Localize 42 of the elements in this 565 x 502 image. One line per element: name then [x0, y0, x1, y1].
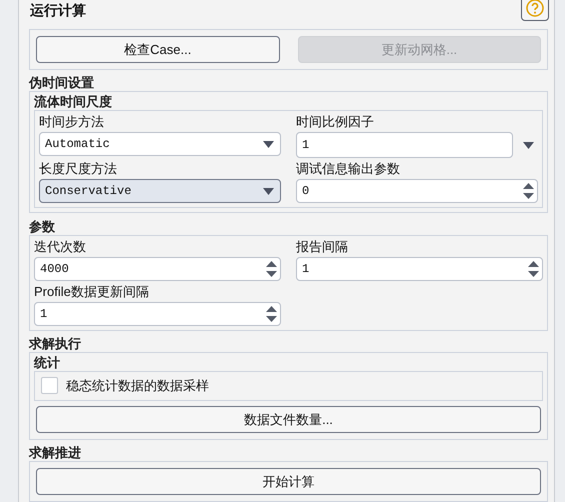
panel-title: 运行计算	[29, 1, 86, 20]
checkbox-label: 稳态统计数据的数据采样	[66, 377, 209, 396]
field-label: 迭代次数	[34, 238, 87, 256]
number-spinner[interactable]: 1	[296, 256, 543, 281]
spinner-value: 1	[40, 306, 48, 323]
check-button[interactable]: 检查Case...	[36, 36, 280, 63]
section-heading: 参数	[29, 218, 56, 235]
spinner-arrows-icon[interactable]	[523, 182, 534, 200]
field-label: 时间步方法	[39, 113, 105, 132]
number-spinner[interactable]: 4000	[34, 256, 281, 281]
field-label: 报告间隔	[296, 238, 349, 256]
dropdown[interactable]: Automatic	[39, 132, 281, 156]
spinner-arrows-icon[interactable]	[528, 260, 539, 278]
subsection-heading: 统计	[34, 354, 61, 371]
input-field[interactable]: 1	[296, 132, 513, 158]
number-spinner[interactable]: 1	[34, 302, 281, 326]
section-heading: 求解推进	[29, 445, 82, 461]
number-spinner[interactable]: 0	[296, 179, 538, 204]
help-button[interactable]	[521, 0, 549, 20]
start-button[interactable]: 开始计算	[36, 468, 541, 495]
field-label: 调试信息输出参数	[296, 160, 401, 178]
dropdown-value: Automatic	[45, 136, 110, 154]
dropdown-arrow-icon	[523, 142, 534, 149]
dropdown-value: Conservative	[45, 183, 132, 200]
spinner-value: 1	[302, 260, 310, 278]
subsection-heading: 流体时间尺度	[34, 94, 113, 110]
dropdown[interactable]: Conservative	[39, 179, 281, 204]
field-label: 时间比例因子	[296, 113, 375, 132]
spinner-arrows-icon[interactable]	[266, 304, 277, 323]
field-label: Profile数据更新间隔	[34, 282, 150, 301]
help-icon	[526, 0, 544, 16]
checkbox[interactable]	[41, 377, 58, 394]
section-heading: 伪时间设置	[29, 75, 95, 92]
input-value: 1	[302, 137, 310, 154]
spinner-arrows-icon[interactable]	[266, 260, 277, 278]
data-file-button[interactable]: 数据文件数量...	[36, 406, 541, 433]
spinner-value: 4000	[40, 260, 69, 278]
spinner-value: 0	[302, 183, 310, 200]
field-label: 长度尺度方法	[39, 160, 118, 178]
dropdown-arrow-icon	[263, 188, 274, 195]
section-heading: 求解执行	[29, 336, 82, 352]
dropdown-arrow-icon	[263, 140, 274, 148]
